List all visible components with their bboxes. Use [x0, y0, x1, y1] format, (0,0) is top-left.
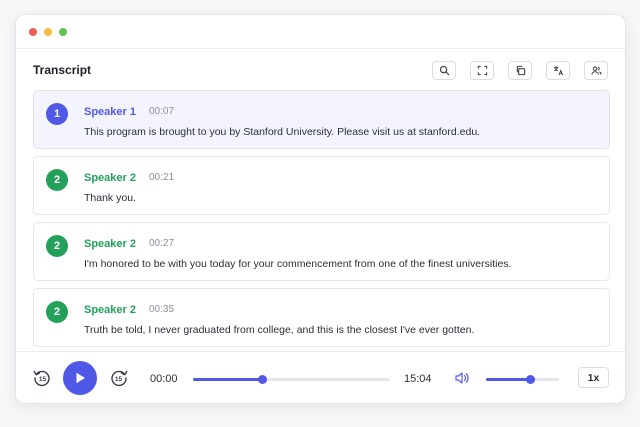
translate-button[interactable]: [546, 60, 570, 80]
volume-slider[interactable]: [486, 375, 559, 384]
segment-timestamp[interactable]: 00:07: [149, 106, 174, 117]
speaker-badge: 1: [46, 103, 68, 125]
seek-bar[interactable]: [193, 375, 390, 384]
transcript-segment[interactable]: 1 Speaker 1 00:07 This program is brough…: [33, 90, 610, 149]
play-icon: [76, 372, 85, 384]
title-bar: [16, 15, 625, 49]
segment-timestamp[interactable]: 00:21: [149, 172, 174, 183]
fullscreen-button[interactable]: [470, 60, 494, 80]
speaker-name: Speaker 2: [84, 304, 136, 316]
search-button[interactable]: [432, 60, 456, 80]
skip-forward-button[interactable]: 15: [109, 368, 129, 388]
minimize-window-button[interactable]: [44, 27, 52, 36]
segment-text: This program is brought to you by Stanfo…: [84, 126, 481, 138]
speakers-icon: [590, 65, 602, 75]
speaker-badge: 2: [46, 301, 68, 323]
volume-level: [486, 378, 530, 381]
speaker-badge: 2: [46, 235, 68, 257]
copy-icon: [516, 65, 525, 75]
current-time: 00:00: [150, 373, 178, 385]
panel-title: Transcript: [33, 63, 92, 77]
volume-icon[interactable]: [454, 370, 470, 386]
rewind-15-icon: 15: [33, 370, 50, 387]
transcript-segment[interactable]: 2 Speaker 2 00:27 I'm honored to be with…: [33, 222, 610, 281]
audio-player: 15 15 00:00 15:04 1x: [16, 351, 625, 403]
seek-progress: [193, 378, 262, 381]
speaker-name: Speaker 2: [84, 172, 136, 184]
transcript-list: 1 Speaker 1 00:07 This program is brough…: [33, 90, 610, 352]
skip-forward-seconds: 15: [115, 376, 123, 383]
maximize-window-button[interactable]: [59, 27, 67, 36]
duration: 15:04: [404, 373, 432, 385]
speakers-button[interactable]: [584, 60, 608, 80]
speaker-name: Speaker 1: [84, 106, 136, 118]
forward-15-icon: 15: [111, 370, 128, 387]
transcript-header: Transcript: [16, 49, 625, 91]
seek-handle[interactable]: [257, 375, 267, 384]
segment-text: Thank you.: [84, 192, 136, 204]
translate-icon: [553, 65, 563, 75]
segment-timestamp[interactable]: 00:27: [149, 238, 174, 249]
segment-text: Truth be told, I never graduated from co…: [84, 324, 475, 336]
skip-back-button[interactable]: 15: [32, 368, 52, 388]
volume-handle[interactable]: [525, 375, 535, 384]
transcript-window: Transcript 1 Speaker 1 00:07 This progra…: [15, 14, 626, 404]
playback-rate-button[interactable]: 1x: [578, 367, 609, 388]
search-icon: [439, 65, 449, 75]
speaker-name: Speaker 2: [84, 238, 136, 250]
speaker-badge: 2: [46, 169, 68, 191]
transcript-segment[interactable]: 2 Speaker 2 00:21 Thank you.: [33, 156, 610, 215]
play-button[interactable]: [63, 361, 97, 395]
copy-button[interactable]: [508, 60, 532, 80]
transcript-segment[interactable]: 2 Speaker 2 00:35 Truth be told, I never…: [33, 288, 610, 347]
close-window-button[interactable]: [29, 27, 37, 36]
skip-back-seconds: 15: [39, 376, 47, 383]
segment-timestamp[interactable]: 00:35: [149, 304, 174, 315]
segment-text: I'm honored to be with you today for you…: [84, 258, 512, 270]
fullscreen-icon: [477, 65, 487, 75]
